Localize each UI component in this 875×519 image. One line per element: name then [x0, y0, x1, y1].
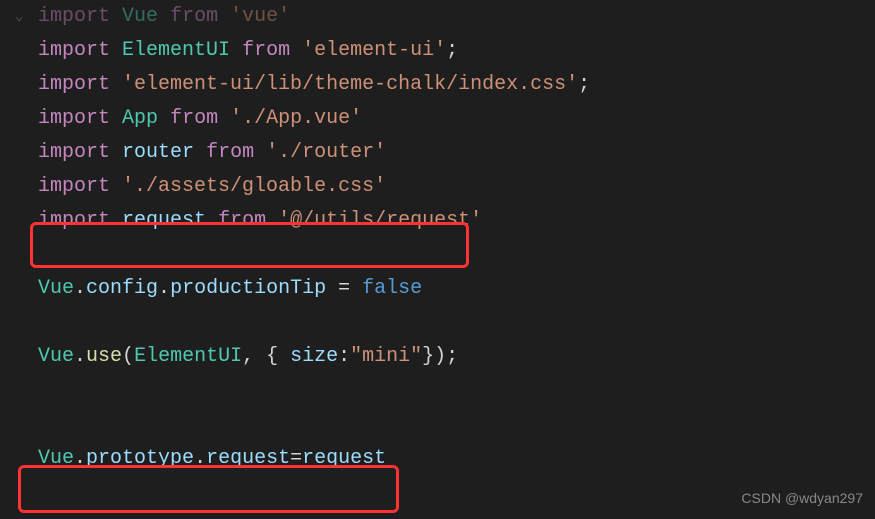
code-line: import 'element-ui/lib/theme-chalk/index…: [10, 68, 875, 102]
code-line: Vue.prototype.request=request: [10, 442, 875, 476]
code-line: Vue.use(ElementUI, { size:"mini"});: [10, 340, 875, 374]
code-line: [10, 306, 875, 340]
code-line: [10, 374, 875, 408]
code-line: Vue.config.productionTip = false: [10, 272, 875, 306]
code-editor[interactable]: ⌄import Vue from 'vue' import ElementUI …: [0, 0, 875, 476]
code-line: ⌄import Vue from 'vue': [10, 0, 875, 34]
code-line: [10, 238, 875, 272]
code-line: import App from './App.vue': [10, 102, 875, 136]
code-line: import ElementUI from 'element-ui';: [10, 34, 875, 68]
code-line: import request from '@/utils/request': [10, 204, 875, 238]
code-line: import './assets/gloable.css': [10, 170, 875, 204]
watermark: CSDN @wdyan297: [741, 487, 863, 511]
code-line: [10, 408, 875, 442]
code-line: import router from './router': [10, 136, 875, 170]
fold-icon[interactable]: ⌄: [15, 6, 23, 30]
